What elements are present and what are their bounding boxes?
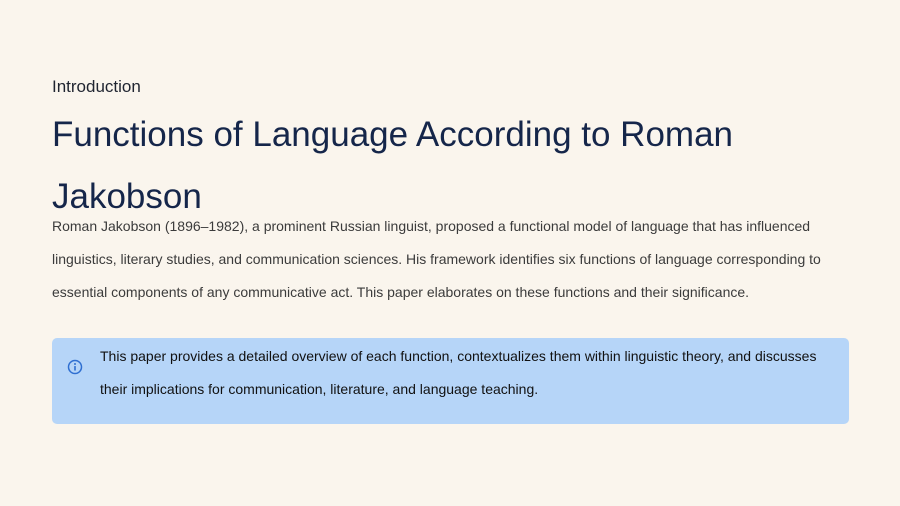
document-page: Introduction Functions of Language Accor… — [52, 0, 849, 506]
callout-text: This paper provides a detailed overview … — [100, 348, 817, 397]
info-callout: This paper provides a detailed overview … — [52, 338, 849, 424]
section-label: Introduction — [52, 77, 141, 96]
info-icon — [67, 359, 83, 375]
intro-paragraph: Roman Jakobson (1896–1982), a prominent … — [52, 218, 821, 300]
